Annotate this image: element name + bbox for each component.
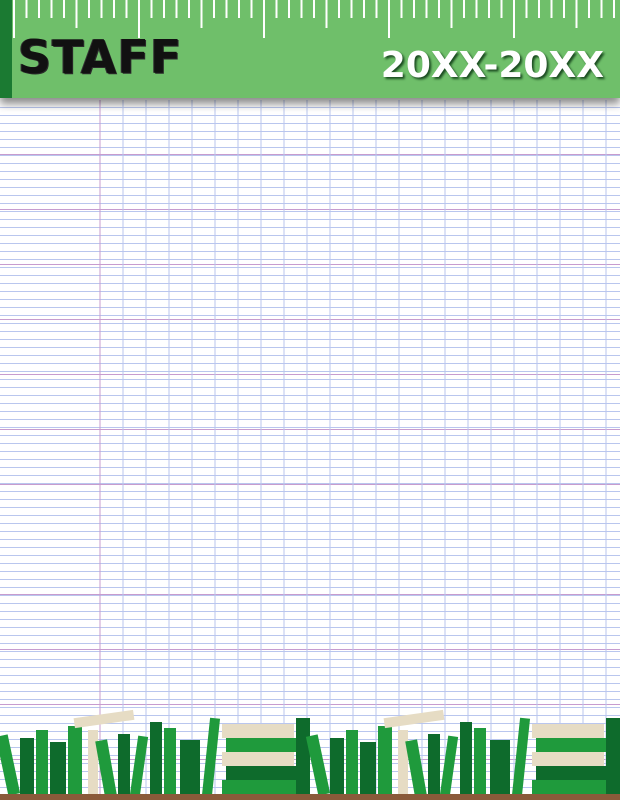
school-year-range: 20XX-20XX: [380, 45, 604, 86]
grid-paper: [0, 100, 620, 800]
grid-columns: [99, 100, 607, 800]
book-stack-icon: [305, 709, 620, 797]
book-shelf-decoration: [0, 709, 620, 797]
header-ruler: STAFF 20XX-20XX: [0, 0, 620, 98]
book-stack-icon: [0, 709, 310, 797]
shelf-floor: [0, 794, 620, 800]
staff-page: STAFF 20XX-20XX: [0, 0, 620, 800]
page-title: STAFF: [18, 30, 183, 84]
